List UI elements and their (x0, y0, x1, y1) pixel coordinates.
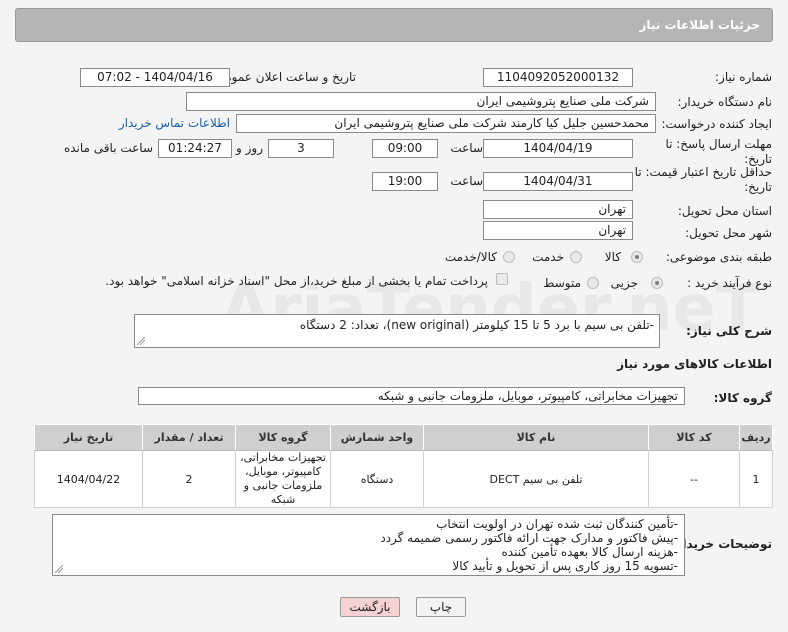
category-goods-label: کالا (604, 250, 621, 264)
resize-grip-icon (55, 565, 63, 573)
need-number-label: شماره نیاز: (715, 70, 772, 84)
items-table: ردیف کد کالا نام کالا واحد شمارش گروه کا… (34, 424, 773, 508)
creator-label: ایجاد کننده درخواست: (661, 117, 772, 131)
category-goods-radio[interactable] (631, 251, 643, 263)
cell-qty: 2 (142, 450, 236, 508)
announce-field: 1404/04/16 - 07:02 (80, 68, 230, 87)
col-qty: تعداد / مقدار (142, 424, 236, 451)
buyer-org-field: شرکت ملی صنایع پتروشیمی ایران (186, 92, 656, 111)
process-minor-label: جزیی (610, 276, 638, 290)
col-code: کد کالا (648, 424, 740, 451)
table-row: 1 -- تلفن بی سیم DECT دستگاه تجهیزات مخا… (34, 450, 773, 508)
description-textarea[interactable]: -تلفن بی سیم با برد 5 تا 15 کیلومتر (new… (134, 314, 660, 348)
page-title: جزئیات اطلاعات نیاز (639, 18, 760, 32)
category-goods-service-label: کالا/خدمت (444, 250, 497, 264)
process-medium-radio[interactable] (587, 277, 599, 289)
cell-name: تلفن بی سیم DECT (423, 450, 649, 508)
buyer-note-line: -هزینه ارسال کالا بعهده تأمین کننده (501, 545, 678, 559)
category-service-label: خدمت (532, 250, 564, 264)
cell-group: تجهیزات مخابراتی، کامپیوتر، موبایل، ملزو… (235, 450, 331, 508)
buyer-note-line: -تأمین کنندگان ثبت شده تهران در اولویت ا… (436, 517, 678, 531)
contact-info-link[interactable]: اطلاعات تماس خریدار (119, 116, 230, 130)
description-text: -تلفن بی سیم با برد 5 تا 15 کیلومتر (new… (299, 318, 654, 332)
remaining-time-field: 01:24:27 (158, 139, 232, 158)
city-label: شهر محل تحویل: (685, 226, 772, 240)
price-time-label: ساعت (450, 174, 483, 188)
days-field: 3 (268, 139, 334, 158)
col-date: تاریخ نیاز (34, 424, 143, 451)
creator-field: محمدحسین جلیل کیا کارمند شرکت ملی صنایع … (236, 114, 656, 133)
cell-code: -- (648, 450, 740, 508)
province-label: استان محل تحویل: (677, 204, 772, 218)
treasury-payment-note: پرداخت تمام یا بخشی از مبلغ خرید،از محل … (105, 274, 488, 288)
province-field: تهران (483, 200, 633, 219)
announce-label: تاریخ و ساعت اعلان عمومی: (211, 70, 356, 84)
price-deadline-label: حداقل تاریخ اعتبار قیمت: تا تاریخ: (634, 165, 772, 194)
page-header: جزئیات اطلاعات نیاز (15, 8, 773, 42)
goods-section-title: اطلاعات کالاهای مورد نیاز (617, 357, 772, 371)
goods-group-label: گروه کالا: (713, 391, 772, 405)
category-service-radio[interactable] (570, 251, 582, 263)
table-header-row: ردیف کد کالا نام کالا واحد شمارش گروه کا… (34, 424, 773, 451)
col-unit: واحد شمارش (330, 424, 424, 451)
process-medium-label: متوسط (543, 276, 581, 290)
process-minor-radio[interactable] (651, 277, 663, 289)
treasury-payment-checkbox[interactable] (496, 273, 508, 285)
city-field: تهران (483, 221, 633, 240)
cell-date: 1404/04/22 (34, 450, 143, 508)
need-number-field: 1104092052000132 (483, 68, 633, 87)
price-time-field: 19:00 (372, 172, 438, 191)
description-label: شرح کلی نیاز: (686, 324, 772, 338)
resize-grip-icon (137, 337, 145, 345)
category-goods-service-radio[interactable] (503, 251, 515, 263)
back-button[interactable]: بازگشت (340, 597, 400, 617)
price-date-field: 1404/04/31 (483, 172, 633, 191)
reply-time-label: ساعت (450, 141, 483, 155)
reply-time-field: 09:00 (372, 139, 438, 158)
reply-date-field: 1404/04/19 (483, 139, 633, 158)
category-label: طبقه بندی موضوعی: (665, 250, 772, 264)
buyer-org-label: نام دستگاه خریدار: (677, 95, 773, 109)
buyer-note-line: -تسویه 15 روز کاری پس از تحویل و تأیید ک… (452, 559, 678, 573)
cell-row: 1 (739, 450, 773, 508)
cell-unit: دستگاه (330, 450, 424, 508)
buyer-notes-label: توضیحات خریدار: (670, 537, 772, 551)
col-group: گروه کالا (235, 424, 331, 451)
col-row: ردیف (739, 424, 773, 451)
buyer-note-line: -پیش فاکتور و مدارک جهت ارائه فاکتور رسم… (380, 531, 678, 545)
col-name: نام کالا (423, 424, 649, 451)
print-button[interactable]: چاپ (416, 597, 466, 617)
remaining-label: ساعت باقی مانده (63, 141, 153, 155)
process-label: نوع فرآیند خرید : (687, 276, 772, 290)
days-label: روز و (236, 141, 263, 155)
reply-deadline-label: مهلت ارسال پاسخ: تا تاریخ: (665, 137, 772, 166)
buyer-notes-textarea[interactable]: -تأمین کنندگان ثبت شده تهران در اولویت ا… (52, 514, 685, 576)
goods-group-field: تجهیزات مخابراتی، کامپیوتر، موبایل، ملزو… (138, 387, 685, 405)
